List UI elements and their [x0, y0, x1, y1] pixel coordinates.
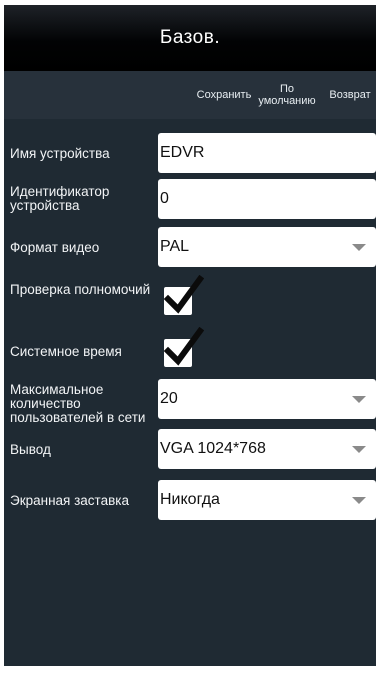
max-users-select[interactable]: 20 [158, 379, 376, 419]
auth-check-checkbox[interactable] [164, 275, 204, 315]
app-screen: Базов. Сохранить По умолчанию Возврат Им… [4, 5, 376, 666]
screensaver-value: Никогда [160, 491, 220, 508]
save-button-label: Сохранить [196, 89, 252, 101]
system-time-label: Системное время [10, 344, 122, 359]
output-select[interactable]: VGA 1024*768 [158, 429, 376, 469]
chevron-down-icon [352, 497, 366, 504]
default-button[interactable]: По умолчанию [257, 71, 317, 119]
auth-check-label: Проверка полномочий [10, 282, 151, 297]
video-format-select[interactable]: PAL [158, 227, 376, 267]
device-id-label: Идентификатор устройства [10, 184, 110, 213]
device-id-field[interactable]: 0 [158, 179, 376, 219]
save-button[interactable]: Сохранить [194, 71, 254, 119]
device-name-value: EDVR [160, 144, 205, 161]
max-users-label: Максимальное количество пользователей в … [10, 383, 146, 425]
output-label: Вывод [10, 442, 51, 457]
back-button[interactable]: Возврат [324, 71, 376, 119]
title-bar: Базов. [4, 5, 376, 71]
screensaver-label: Экранная заставка [10, 493, 129, 508]
check-icon [164, 327, 204, 366]
chevron-down-icon [352, 244, 366, 251]
chevron-down-icon [352, 396, 366, 403]
default-button-label-line2: умолчанию [258, 95, 316, 107]
page-title: Базов. [159, 27, 221, 48]
screensaver-select[interactable]: Никогда [158, 480, 376, 520]
device-name-field[interactable]: EDVR [158, 133, 376, 173]
device-id-value: 0 [160, 190, 169, 207]
default-button-label-line1: По [279, 83, 295, 95]
output-value: VGA 1024*768 [160, 440, 266, 457]
check-icon [164, 275, 204, 314]
system-time-checkbox[interactable] [164, 327, 204, 367]
back-button-label: Возврат [329, 89, 371, 101]
device-name-label: Имя устройства [10, 146, 110, 161]
chevron-down-icon [352, 446, 366, 453]
video-format-label: Формат видео [10, 240, 100, 255]
max-users-value: 20 [160, 390, 178, 407]
video-format-value: PAL [160, 238, 190, 255]
toolbar: Сохранить По умолчанию Возврат [4, 71, 376, 119]
